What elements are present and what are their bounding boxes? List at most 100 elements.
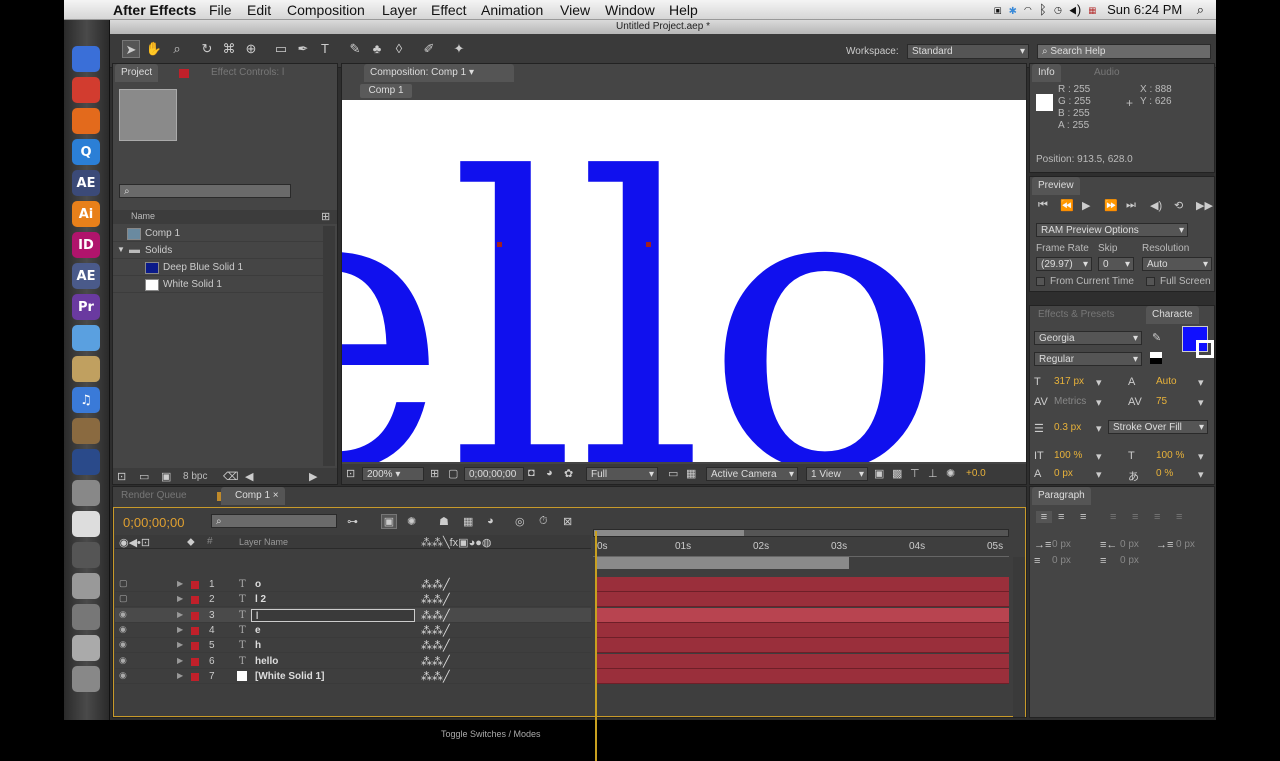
- shy-icon[interactable]: ☗: [439, 515, 449, 528]
- chevron-down-icon[interactable]: ▾: [1096, 396, 1102, 409]
- project-item[interactable]: ▼ ▬ Solids: [113, 243, 323, 259]
- tsume-value[interactable]: 0 %: [1156, 468, 1173, 479]
- scroll-left-icon[interactable]: ◀: [245, 470, 253, 483]
- layer-duration-bar[interactable]: [597, 607, 1009, 623]
- frame-rate-select[interactable]: (29.97) ▾: [1036, 257, 1092, 271]
- label-color[interactable]: [191, 642, 199, 651]
- tab-info[interactable]: Info: [1032, 64, 1061, 82]
- graph-editor-icon[interactable]: ⊠: [563, 515, 572, 528]
- play-icon[interactable]: ▶: [1082, 199, 1090, 212]
- type-tool-icon[interactable]: T: [316, 40, 334, 58]
- toggle-switches-modes-button[interactable]: Toggle Switches / Modes: [441, 729, 541, 739]
- safe-zones-icon[interactable]: ⊞: [430, 467, 439, 480]
- volume-icon[interactable]: ◀): [1069, 2, 1081, 17]
- menu-effect[interactable]: Effect: [431, 2, 467, 18]
- anchor-point[interactable]: [646, 242, 651, 247]
- always-preview-icon[interactable]: ⊡: [346, 467, 355, 480]
- menu-composition[interactable]: Composition: [287, 2, 365, 18]
- package-icon[interactable]: [72, 356, 100, 382]
- expand-triangle-icon[interactable]: ▶: [177, 594, 183, 603]
- eraser-tool-icon[interactable]: ◊: [390, 40, 408, 58]
- skip-select[interactable]: 0 ▾: [1098, 257, 1134, 271]
- visibility-eye-icon[interactable]: ▢: [119, 578, 128, 589]
- menu-view[interactable]: View: [560, 2, 590, 18]
- table-row[interactable]: ◉ ▶ 5 Th ⁂⁂╱: [115, 638, 591, 654]
- pen-icon[interactable]: [72, 542, 100, 568]
- visibility-eye-icon[interactable]: ▢: [119, 593, 128, 604]
- quicktime-icon[interactable]: Q: [72, 139, 100, 165]
- tab-preview[interactable]: Preview: [1032, 177, 1080, 195]
- live-update-icon[interactable]: ▣: [381, 514, 397, 529]
- font-family-select[interactable]: Georgia ▾: [1034, 331, 1142, 345]
- channel-icon[interactable]: ✿: [564, 467, 573, 480]
- tab-audio[interactable]: Audio: [1088, 64, 1126, 82]
- tab-character[interactable]: Characte: [1146, 306, 1199, 324]
- indesign-icon[interactable]: ID: [72, 232, 100, 258]
- table-row[interactable]: ◉ ▶ 3 Tl ⁂⁂╱: [115, 607, 591, 623]
- film-icon[interactable]: [72, 604, 100, 630]
- time-navigator[interactable]: [593, 529, 1009, 537]
- chevron-down-icon[interactable]: ▾: [1096, 468, 1102, 481]
- comp-mini-flowchart-icon[interactable]: ⊶: [347, 515, 358, 528]
- zoom-select[interactable]: 200% ▾: [362, 467, 424, 481]
- bluetooth-icon[interactable]: ᛒ: [1039, 2, 1047, 17]
- menu-edit[interactable]: Edit: [247, 2, 271, 18]
- next-frame-icon[interactable]: ⏩: [1104, 199, 1118, 212]
- photo-icon[interactable]: [72, 418, 100, 444]
- expand-triangle-icon[interactable]: ▶: [177, 656, 183, 665]
- camera-tool-icon[interactable]: ⌘: [220, 40, 238, 58]
- dvd-icon[interactable]: [72, 449, 100, 475]
- tab-composition[interactable]: Composition: Comp 1 ▾: [364, 64, 514, 82]
- layer-duration-bar[interactable]: [597, 622, 1009, 638]
- chevron-down-icon[interactable]: ▾: [1096, 376, 1102, 389]
- baseline-shift-value[interactable]: 0 px: [1054, 468, 1073, 479]
- stopwatch-icon[interactable]: ⏱: [539, 515, 548, 528]
- roto-brush-tool-icon[interactable]: ✐: [420, 40, 438, 58]
- motion-blur-icon[interactable]: ◕: [487, 515, 494, 527]
- align-right-icon[interactable]: ≡: [1080, 511, 1086, 523]
- workspace-select[interactable]: Standard ▾: [907, 44, 1029, 59]
- layer-switches-icon[interactable]: ⁂⁂╱: [421, 655, 450, 668]
- layer-switches-icon[interactable]: ⁂⁂╱: [421, 670, 450, 683]
- tab-paragraph[interactable]: Paragraph: [1032, 487, 1091, 505]
- chevron-down-icon[interactable]: ▾: [1096, 422, 1102, 435]
- previous-frame-icon[interactable]: ⏪: [1060, 199, 1074, 212]
- calculator-icon[interactable]: [72, 573, 100, 599]
- align-left-icon[interactable]: ≡: [1036, 511, 1052, 523]
- menu-window[interactable]: Window: [605, 2, 655, 18]
- justify-left-icon[interactable]: ≡: [1110, 511, 1116, 523]
- current-time-field[interactable]: 0;00;00;00: [464, 467, 524, 481]
- from-current-time-checkbox[interactable]: [1036, 277, 1045, 286]
- finder-icon[interactable]: [72, 46, 100, 72]
- timeline-scrollbar[interactable]: [1013, 557, 1025, 717]
- transparency-grid-icon[interactable]: ▦: [686, 467, 696, 480]
- pan-behind-tool-icon[interactable]: ⊕: [242, 40, 260, 58]
- indent-left-value[interactable]: 0 px: [1052, 539, 1071, 550]
- font-style-select[interactable]: Regular ▾: [1034, 352, 1142, 366]
- new-folder-icon[interactable]: ▭: [139, 470, 149, 483]
- interpret-footage-icon[interactable]: ⊡: [117, 470, 126, 483]
- expand-triangle-icon[interactable]: ▼: [117, 245, 125, 254]
- layer-name[interactable]: h: [255, 640, 261, 651]
- menu-animation[interactable]: Animation: [481, 2, 543, 18]
- time-machine-icon[interactable]: ◷: [1054, 2, 1062, 17]
- selection-tool-icon[interactable]: ➤: [122, 40, 140, 58]
- pen-tool-icon[interactable]: ✒: [294, 40, 312, 58]
- bpc-label[interactable]: 8 bpc: [183, 471, 207, 482]
- font-size-value[interactable]: 317 px: [1054, 376, 1084, 387]
- chrome-icon[interactable]: [72, 77, 100, 103]
- timeline-icon[interactable]: ⊤: [910, 467, 920, 480]
- table-row[interactable]: ◉ ▶ 4 Te ⁂⁂╱: [115, 622, 591, 638]
- tab-project[interactable]: Project: [115, 64, 159, 82]
- label-color[interactable]: [191, 657, 199, 666]
- layer-name[interactable]: e: [255, 625, 261, 636]
- timeline-timecode[interactable]: 0;00;00;00: [123, 515, 184, 530]
- label-color[interactable]: [191, 581, 199, 589]
- timeline-search-input[interactable]: ⌕: [211, 514, 337, 528]
- project-item[interactable]: White Solid 1: [113, 277, 323, 293]
- table-row[interactable]: ▢ ▶ 2 Tl 2 ⁂⁂╱: [115, 592, 591, 608]
- visibility-eye-icon[interactable]: ◉: [119, 670, 127, 681]
- eyedropper-icon[interactable]: ✎: [1152, 331, 1161, 344]
- menu-layer[interactable]: Layer: [382, 2, 417, 18]
- chevron-down-icon[interactable]: ▾: [1198, 376, 1204, 389]
